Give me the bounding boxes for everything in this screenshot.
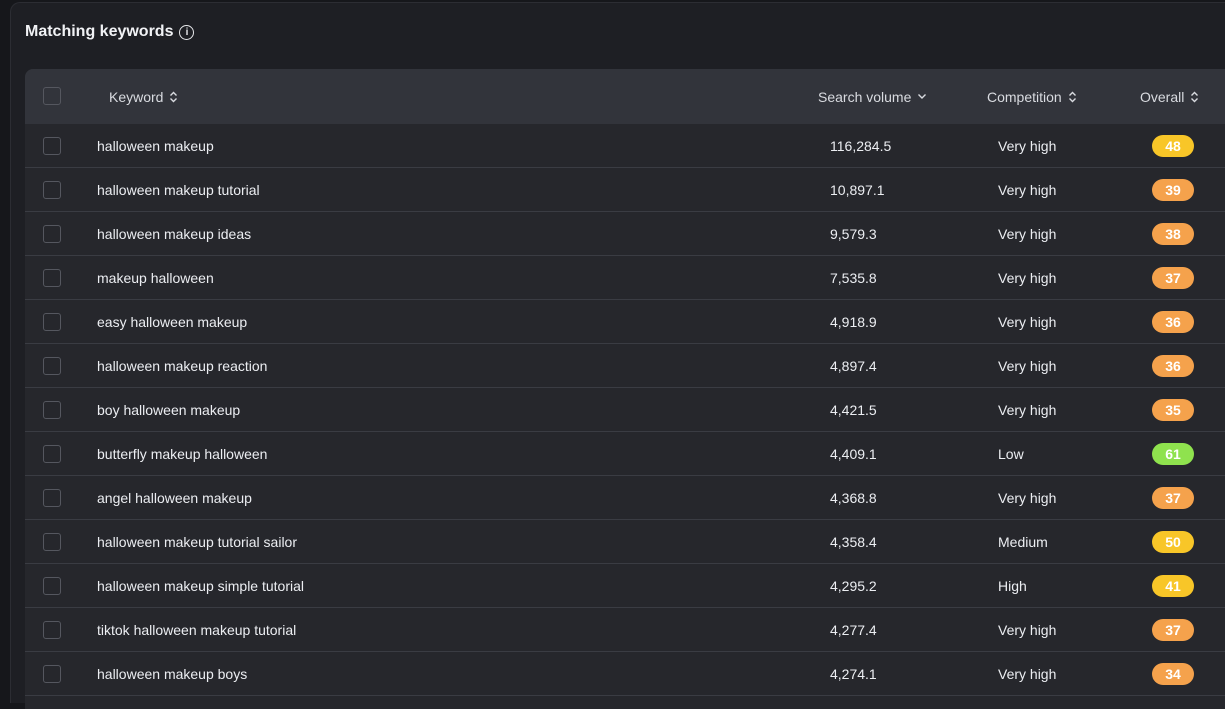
keyword-cell[interactable]: butterfly makeup halloween <box>97 432 267 475</box>
keyword-cell[interactable]: makeup halloween <box>97 256 214 299</box>
search-volume-cell: 7,535.8 <box>830 269 877 286</box>
search-volume-cell: 4,368.8 <box>830 489 877 506</box>
keyword-cell[interactable]: easy halloween makeup <box>97 300 247 343</box>
overall-score-badge: 48 <box>1152 135 1194 157</box>
row-checkbox[interactable] <box>43 137 61 155</box>
column-header-overall[interactable]: Overall <box>1140 69 1199 124</box>
overall-score-badge: 61 <box>1152 443 1194 465</box>
column-label-search-volume: Search volume <box>818 88 912 105</box>
competition-cell: Very high <box>998 137 1057 154</box>
sort-icon <box>170 91 178 102</box>
search-volume-cell: 4,274.1 <box>830 665 877 682</box>
row-checkbox[interactable] <box>43 269 61 287</box>
row-checkbox[interactable] <box>43 445 61 463</box>
competition-cell: Very high <box>998 401 1057 418</box>
table-row[interactable]: butterfly makeup halloween 4,409.1 Low 61 <box>25 432 1225 476</box>
table-row[interactable]: tiktok halloween makeup tutorial 4,277.4 V… <box>25 608 1225 652</box>
overall-score-badge: 37 <box>1152 267 1194 289</box>
search-volume-cell: 10,897.1 <box>830 181 885 198</box>
keyword-cell[interactable]: boy halloween makeup <box>97 388 240 431</box>
table-row[interactable]: halloween makeup simple tutorial 4,295.2 H… <box>25 564 1225 608</box>
row-checkbox[interactable] <box>43 621 61 639</box>
search-volume-cell: 4,897.4 <box>830 357 877 374</box>
competition-cell: Low <box>998 445 1024 462</box>
overall-score-badge: 41 <box>1152 575 1194 597</box>
keyword-cell[interactable]: angel halloween makeup <box>97 476 252 519</box>
table-row[interactable]: boy halloween makeup 4,421.5 Very high 35 <box>25 388 1225 432</box>
sort-icon <box>1068 91 1076 102</box>
column-header-keyword[interactable]: Keyword <box>109 69 178 124</box>
table-row[interactable]: halloween makeup boys 4,274.1 Very high 34 <box>25 652 1225 696</box>
table-row[interactable]: easy halloween makeup 4,918.9 Very high 36 <box>25 300 1225 344</box>
table-row[interactable]: halloween makeup reaction 4,897.4 Very hig… <box>25 344 1225 388</box>
competition-cell: Very high <box>998 313 1057 330</box>
overall-score-badge: 36 <box>1152 355 1194 377</box>
table-row[interactable]: makeup halloween 7,535.8 Very high 37 <box>25 256 1225 300</box>
row-checkbox[interactable] <box>43 489 61 507</box>
overall-score-badge: 37 <box>1152 487 1194 509</box>
row-checkbox[interactable] <box>43 665 61 683</box>
competition-cell: Very high <box>998 269 1057 286</box>
column-label-competition: Competition <box>987 88 1062 105</box>
chevron-down-icon <box>918 94 927 99</box>
row-checkbox[interactable] <box>43 577 61 595</box>
keyword-cell[interactable]: halloween makeup boys <box>97 652 247 695</box>
keywords-table: Keyword Search volume Competition Overal… <box>25 69 1225 709</box>
row-checkbox[interactable] <box>43 533 61 551</box>
competition-cell: Very high <box>998 181 1057 198</box>
search-volume-cell: 4,358.4 <box>830 533 877 550</box>
overall-score-badge: 50 <box>1152 531 1194 553</box>
competition-cell: Very high <box>998 357 1057 374</box>
search-volume-cell: 4,409.1 <box>830 445 877 462</box>
column-label-overall: Overall <box>1140 88 1185 105</box>
matching-keywords-panel: Matching keywords i Keyword Search volum… <box>10 2 1225 709</box>
overall-score-badge: 37 <box>1152 619 1194 641</box>
table-row[interactable]: halloween makeup tutorial sailor 4,358.4 M… <box>25 520 1225 564</box>
row-checkbox[interactable] <box>43 313 61 331</box>
overall-score-badge: 34 <box>1152 663 1194 685</box>
competition-cell: High <box>998 577 1027 594</box>
search-volume-cell: 4,918.9 <box>830 313 877 330</box>
competition-cell: Very high <box>998 665 1057 682</box>
table-row[interactable]: halloween makeup ideas 9,579.3 Very high 38 <box>25 212 1225 256</box>
keyword-cell[interactable]: halloween makeup reaction <box>97 344 267 387</box>
keyword-cell[interactable]: halloween makeup tutorial sailor <box>97 520 297 563</box>
row-checkbox[interactable] <box>43 357 61 375</box>
row-checkbox[interactable] <box>43 181 61 199</box>
column-header-search-volume[interactable]: Search volume <box>818 69 927 124</box>
table-row[interactable]: halloween makeup tutorial 10,897.1 Very hi… <box>25 168 1225 212</box>
search-volume-cell: 4,421.5 <box>830 401 877 418</box>
sort-icon <box>1191 91 1199 102</box>
competition-cell: Very high <box>998 225 1057 242</box>
search-volume-cell: 116,284.5 <box>830 137 892 154</box>
overall-score-badge: 36 <box>1152 311 1194 333</box>
select-all-checkbox[interactable] <box>43 87 61 105</box>
overall-score-badge: 39 <box>1152 179 1194 201</box>
competition-cell: Very high <box>998 489 1057 506</box>
keyword-cell[interactable]: halloween makeup simple tutorial <box>97 564 304 607</box>
column-header-competition[interactable]: Competition <box>987 69 1077 124</box>
search-volume-cell: 4,277.4 <box>830 621 877 638</box>
competition-cell: Medium <box>998 533 1048 550</box>
keyword-cell[interactable]: tiktok halloween makeup tutorial <box>97 608 296 651</box>
competition-cell: Very high <box>998 621 1057 638</box>
overall-score-badge: 35 <box>1152 399 1194 421</box>
section-header: Matching keywords i <box>25 23 195 41</box>
table-row[interactable]: halloween makeup 116,284.5 Very high 48 <box>25 124 1225 168</box>
keyword-cell[interactable]: halloween makeup ideas <box>97 212 251 255</box>
keyword-cell[interactable]: halloween makeup tutorial <box>97 168 260 211</box>
search-volume-cell: 9,579.3 <box>830 225 877 242</box>
table-row[interactable]: angel halloween makeup 4,368.8 Very high 37 <box>25 476 1225 520</box>
row-checkbox[interactable] <box>43 401 61 419</box>
column-label-keyword: Keyword <box>109 88 164 105</box>
table-header: Keyword Search volume Competition Overal… <box>25 69 1225 124</box>
info-icon[interactable]: i <box>179 25 195 40</box>
overall-score-badge: 38 <box>1152 223 1194 245</box>
row-checkbox[interactable] <box>43 225 61 243</box>
search-volume-cell: 4,295.2 <box>830 577 877 594</box>
section-title: Matching keywords <box>25 23 174 40</box>
keyword-cell[interactable]: halloween makeup <box>97 124 214 167</box>
